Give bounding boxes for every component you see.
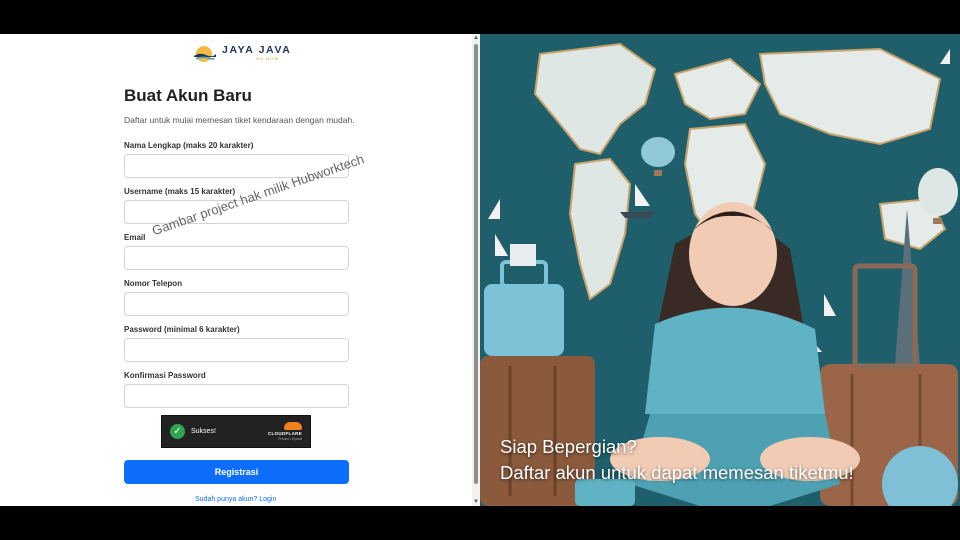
phone-input[interactable] <box>124 292 349 316</box>
letterbox-top <box>0 0 960 34</box>
logo-title: JAYA JAVA <box>222 43 292 56</box>
hero-headline: Siap Bepergian? <box>500 436 637 457</box>
scroll-up-icon[interactable]: ▲ <box>472 34 480 42</box>
hero-panel: Siap Bepergian? Daftar akun untuk dapat … <box>480 34 960 506</box>
logo-subtitle: GO NOW <box>256 56 280 62</box>
password-input[interactable] <box>124 338 349 362</box>
cloudflare-icon <box>284 422 302 430</box>
password-label: Password (minimal 6 karakter) <box>124 325 240 334</box>
login-link[interactable]: Sudah punya akun? Login <box>195 496 276 503</box>
captcha-status: Sukses! <box>191 428 216 435</box>
cloudflare-captcha[interactable]: ✓ Sukses! CLOUDFLARE Privasi • Syarat <box>161 415 311 448</box>
email-label: Email <box>124 233 146 242</box>
register-button[interactable]: Registrasi <box>124 460 349 484</box>
logo-icon <box>192 43 216 63</box>
letterbox-bottom <box>0 506 960 540</box>
captcha-links[interactable]: Privasi • Syarat <box>278 437 302 441</box>
registration-panel: JAYA JAVA GO NOW Buat Akun Baru Daftar u… <box>0 34 472 506</box>
confirm-password-input[interactable] <box>124 384 349 408</box>
brand-logo: JAYA JAVA GO NOW <box>192 42 291 64</box>
phone-label: Nomor Telepon <box>124 279 183 288</box>
confirm-password-label: Konfirmasi Password <box>124 371 206 380</box>
scroll-down-icon[interactable]: ▼ <box>472 498 480 506</box>
username-label: Username (maks 15 karakter) <box>124 187 236 196</box>
captcha-brand: CLOUDFLARE Privasi • Syarat <box>268 422 302 441</box>
scrollbar[interactable]: ▲ ▼ <box>472 34 480 506</box>
hero-subheadline: Daftar akun untuk dapat memesan tiketmu! <box>500 462 854 483</box>
page-subtitle: Daftar untuk mulai memesan tiket kendara… <box>124 115 355 125</box>
full-name-label: Nama Lengkap (maks 20 karakter) <box>124 141 254 150</box>
captcha-brand-name: CLOUDFLARE <box>268 431 302 436</box>
scrollbar-thumb[interactable] <box>474 44 478 484</box>
check-icon: ✓ <box>170 424 185 439</box>
email-input[interactable] <box>124 246 349 270</box>
page-title: Buat Akun Baru <box>124 86 252 105</box>
